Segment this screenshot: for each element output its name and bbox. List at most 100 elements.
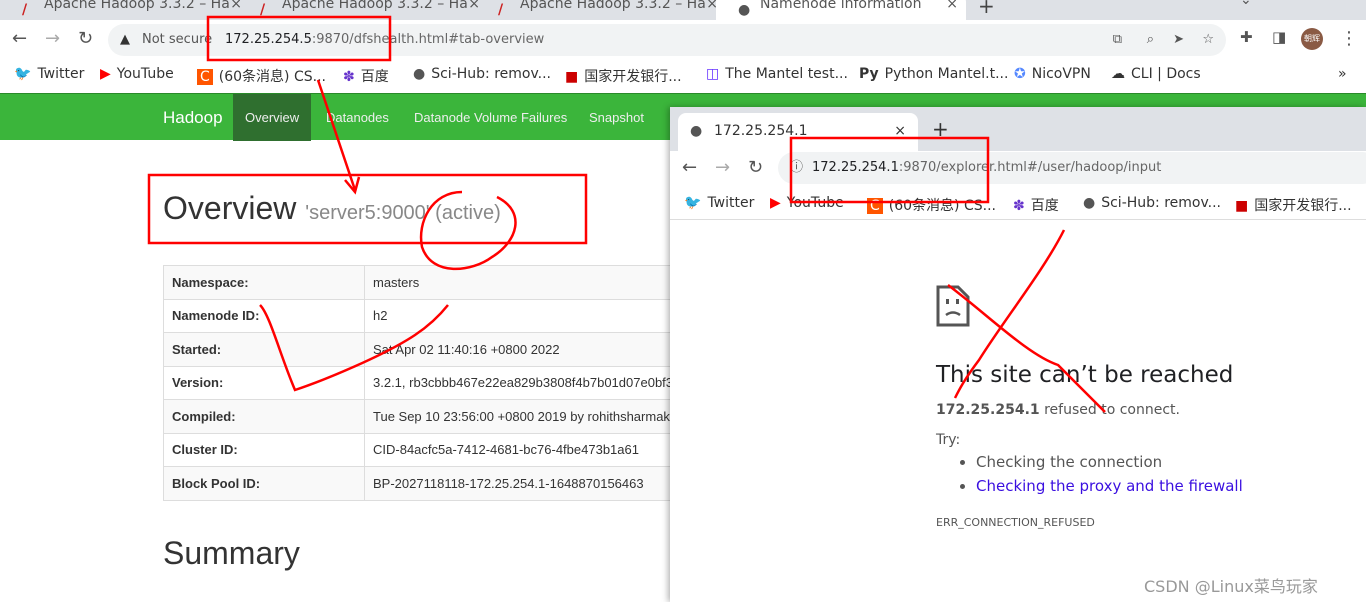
table-row: Started: Sat Apr 02 11:40:16 +0800 2022 <box>163 332 704 367</box>
forward-icon[interactable]: → <box>715 157 730 178</box>
row-value: masters <box>364 265 704 300</box>
nav-volume-failures[interactable]: Datanode Volume Failures <box>414 94 567 141</box>
hadoop-icon: / <box>498 2 504 18</box>
globe-icon: ● <box>413 66 426 82</box>
page-subtitle: 'server5:9000' (active) <box>305 202 501 224</box>
bookmark[interactable]: ✽ 百度 <box>343 66 389 86</box>
bookmark[interactable]: ● Sci-Hub: remov... <box>1083 195 1221 211</box>
globe-icon: ● <box>738 2 751 18</box>
csdn-icon: C <box>867 198 883 214</box>
row-value: 3.2.1, rb3cbbb467e22ea829b3808f4b7b01d07… <box>364 365 704 400</box>
row-value: BP-2027118118-172.25.254.1-1648870156463 <box>364 466 704 501</box>
bookmark[interactable]: 🐦 Twitter <box>684 195 754 211</box>
tab-search-icon[interactable]: ⌄ <box>1240 0 1252 8</box>
row-key: Cluster ID: <box>163 432 365 467</box>
error-page: This site can’t be reached 172.25.254.1 … <box>936 362 1243 529</box>
row-value: Tue Sep 10 23:56:00 +0800 2019 by rohith… <box>364 399 704 434</box>
row-key: Started: <box>163 332 365 367</box>
youtube-icon: ▶ <box>770 195 781 211</box>
cdb-icon: ■ <box>1235 198 1249 214</box>
zoom-icon[interactable]: ⌕ <box>1147 24 1154 56</box>
py-icon: Py <box>859 66 879 82</box>
row-key: Version: <box>163 365 365 400</box>
nav-datanodes[interactable]: Datanodes <box>326 94 389 141</box>
browser-tab-active[interactable]: ● 172.25.254.1 × <box>678 113 918 151</box>
row-value: Sat Apr 02 11:40:16 +0800 2022 <box>364 332 704 367</box>
tab-bar: ● 172.25.254.1 × + <box>670 107 1366 151</box>
translate-icon[interactable]: ⧉ <box>1113 24 1122 56</box>
back-icon[interactable]: ← <box>12 28 27 49</box>
bookmark[interactable]: ☁ CLI | Docs <box>1111 66 1201 82</box>
warning-icon: ▲ <box>120 32 130 47</box>
back-icon[interactable]: ← <box>682 157 697 178</box>
more-bookmarks-icon[interactable]: » <box>1338 66 1347 82</box>
table-row: Version: 3.2.1, rb3cbbb467e22ea829b3808f4… <box>163 365 704 400</box>
star-icon[interactable]: ☆ <box>1202 24 1214 56</box>
browser-tab-active[interactable]: ● Namenode information × <box>716 0 966 20</box>
globe-icon: ● <box>690 123 703 139</box>
extensions-icon[interactable]: ✚ <box>1240 28 1253 46</box>
browser-tab[interactable]: / Apache Hadoop 3.3.2 – Ha × <box>476 0 726 20</box>
table-row: Namenode ID: h2 <box>163 298 704 333</box>
bookmark[interactable]: ✪ NicoVPN <box>1014 66 1091 82</box>
bookmark[interactable]: ■ 国家开发银行... <box>1235 195 1352 215</box>
hadoop-icon: / <box>260 2 266 18</box>
page-title: Overview 'server5:9000' (active) <box>163 190 501 226</box>
youtube-icon: ▶ <box>100 66 111 82</box>
suggestion: Checking the connection <box>976 450 1243 474</box>
reload-icon[interactable]: ↻ <box>748 157 763 178</box>
hadoop-brand[interactable]: Hadoop <box>163 94 223 141</box>
nav-overview[interactable]: Overview <box>233 94 312 141</box>
proxy-firewall-link[interactable]: Checking the proxy and the firewall <box>976 477 1243 495</box>
forward-icon[interactable]: → <box>45 28 60 49</box>
new-tab-button[interactable]: + <box>978 0 995 18</box>
bookmark[interactable]: 🐦 Twitter <box>14 66 84 82</box>
bookmark[interactable]: ▶ YouTube <box>100 66 174 82</box>
tab-bar: / Apache Hadoop 3.3.2 – Ha × / Apache Hadoo… <box>0 0 1366 20</box>
table-row: Compiled: Tue Sep 10 23:56:00 +0800 2019 … <box>163 399 704 434</box>
baidu-icon: ✽ <box>1013 198 1025 214</box>
error-title: This site can’t be reached <box>936 362 1234 388</box>
row-key: Block Pool ID: <box>163 466 365 501</box>
globe-icon: ● <box>1083 195 1096 211</box>
row-key: Compiled: <box>163 399 365 434</box>
row-key: Namenode ID: <box>163 298 365 333</box>
table-row: Block Pool ID: BP-2027118118-172.25.254.1… <box>163 466 704 501</box>
table-row: Namespace: masters <box>163 265 704 300</box>
page-icon: ◫ <box>706 66 720 82</box>
bookmark[interactable]: Py Python Mantel.t... <box>859 66 1008 82</box>
bookmark[interactable]: ● Sci-Hub: remov... <box>413 66 551 82</box>
vpn-icon: ✪ <box>1014 66 1026 82</box>
bookmark[interactable]: ▶ YouTube <box>770 195 844 211</box>
sidepanel-icon[interactable]: ◨ <box>1272 28 1286 46</box>
new-tab-button[interactable]: + <box>932 117 949 141</box>
close-icon[interactable]: × <box>894 113 906 149</box>
error-code: ERR_CONNECTION_REFUSED <box>936 516 1095 529</box>
cdb-icon: ■ <box>565 69 579 85</box>
csdn-icon: C <box>197 69 213 85</box>
reload-icon[interactable]: ↻ <box>78 28 93 49</box>
avatar[interactable]: 朝辉 <box>1301 28 1323 50</box>
bookmark[interactable]: ■ 国家开发银行... <box>565 66 682 86</box>
table-row: Cluster ID: CID-84acfc5a-7412-4681-bc76-4… <box>163 432 704 467</box>
bookmark[interactable]: ◫ The Mantel test... <box>706 66 848 82</box>
close-icon[interactable]: × <box>946 0 958 14</box>
bookmarks-bar: 🐦 Twitter ▶ YouTube C (60条消息) CS... ✽ 百度 ● Sc… <box>0 60 1366 90</box>
address-bar[interactable]: ⓘ 172.25.254.1:9870/explorer.html#/user/… <box>778 152 1366 184</box>
overview-table: Namespace: masters Namenode ID: h2 Started: S… <box>163 265 704 501</box>
browser-tab[interactable]: / Apache Hadoop 3.3.2 – Ha × <box>238 0 488 20</box>
menu-icon[interactable]: ⋮ <box>1340 28 1358 49</box>
toolbar: ← → ↻ ▲ Not secure 172.25.254.5:9870/dfs… <box>0 20 1366 60</box>
info-icon: ⓘ <box>790 160 804 175</box>
sad-page-icon <box>936 285 970 331</box>
bookmark[interactable]: C (60条消息) CS... <box>867 195 996 215</box>
address-bar[interactable]: ▲ Not secure 172.25.254.5:9870/dfshealth… <box>108 24 1226 56</box>
row-value: CID-84acfc5a-7412-4681-bc76-4fbe473b1a61 <box>364 432 704 467</box>
cloud-icon: ☁ <box>1111 66 1125 82</box>
bookmark[interactable]: ✽ 百度 <box>1013 195 1059 215</box>
send-icon[interactable]: ➤ <box>1173 24 1184 56</box>
bookmarks-bar: 🐦 Twitter ▶ YouTube C (60条消息) CS... ✽ 百度 ● Sc… <box>670 189 1366 217</box>
bookmark[interactable]: C (60条消息) CS... <box>197 66 326 86</box>
nav-snapshot[interactable]: Snapshot <box>589 94 644 141</box>
browser-tab[interactable]: / Apache Hadoop 3.3.2 – Ha × <box>0 0 250 20</box>
